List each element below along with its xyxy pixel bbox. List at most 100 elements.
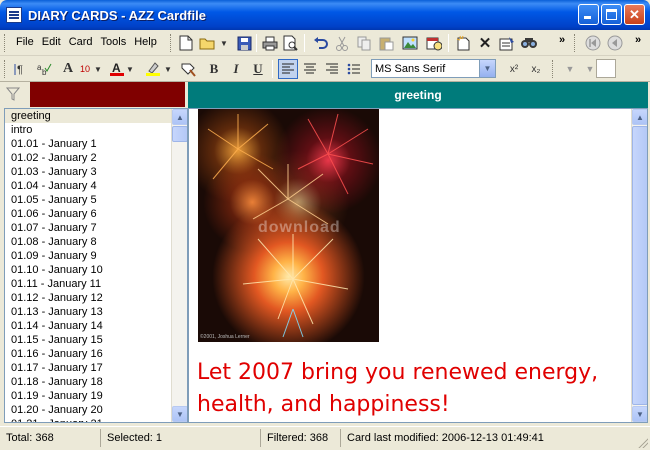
list-item[interactable]: 01.19 - January 19 bbox=[5, 389, 187, 403]
menu-file[interactable]: File bbox=[12, 35, 38, 49]
toolbar-grip[interactable] bbox=[4, 60, 7, 78]
title-bar[interactable]: DIARY CARDS - AZZ Cardfile ✕ bbox=[0, 0, 650, 30]
scroll-down-button[interactable]: ▼ bbox=[172, 406, 187, 422]
minimize-button[interactable] bbox=[578, 4, 599, 25]
new-record-icon[interactable] bbox=[453, 33, 473, 53]
list-item[interactable]: 01.16 - January 16 bbox=[5, 347, 187, 361]
scroll-up-button[interactable]: ▲ bbox=[172, 109, 187, 125]
highlight-color-icon[interactable] bbox=[143, 59, 163, 79]
font-name-dropdown-icon[interactable]: ▼ bbox=[479, 60, 495, 77]
card-scrollbar[interactable]: ▲ ▼ bbox=[631, 109, 647, 422]
toolbar-grip[interactable] bbox=[552, 60, 555, 78]
list-item[interactable]: 01.13 - January 13 bbox=[5, 305, 187, 319]
list-item[interactable]: 01.15 - January 15 bbox=[5, 333, 187, 347]
list-item[interactable]: 01.01 - January 1 bbox=[5, 137, 187, 151]
paste-icon[interactable] bbox=[376, 33, 396, 53]
open-dropdown-icon[interactable]: ▼ bbox=[218, 33, 230, 53]
filter-input[interactable] bbox=[30, 82, 185, 107]
list-item[interactable]: intro bbox=[5, 123, 187, 137]
close-button[interactable]: ✕ bbox=[624, 4, 645, 25]
align-left-button[interactable] bbox=[278, 59, 298, 79]
toolbar-more-chevron[interactable]: » bbox=[559, 34, 565, 46]
scroll-down-button[interactable]: ▼ bbox=[632, 406, 647, 422]
toolbar-grip[interactable] bbox=[4, 34, 7, 52]
font-size-value[interactable]: 10 bbox=[78, 59, 92, 79]
toolbar-separator bbox=[256, 34, 257, 52]
bullet-list-button[interactable] bbox=[344, 59, 364, 79]
scroll-up-button[interactable]: ▲ bbox=[632, 109, 647, 125]
save-icon[interactable] bbox=[234, 33, 254, 53]
italic-button[interactable]: I bbox=[226, 59, 246, 79]
copy-icon[interactable] bbox=[354, 33, 374, 53]
card-message: Let 2007 bring you renewed energy, healt… bbox=[197, 357, 617, 421]
previous-record-icon[interactable] bbox=[605, 33, 625, 53]
window-title: DIARY CARDS - AZZ Cardfile bbox=[28, 7, 206, 23]
new-card-icon[interactable] bbox=[176, 33, 196, 53]
format-painter-icon[interactable] bbox=[178, 59, 198, 79]
properties-icon[interactable] bbox=[497, 33, 517, 53]
list-item[interactable]: 01.05 - January 5 bbox=[5, 193, 187, 207]
list-item[interactable]: 01.02 - January 2 bbox=[5, 151, 187, 165]
toolbar-separator bbox=[448, 34, 449, 52]
resize-grip[interactable] bbox=[636, 436, 648, 448]
font-name-select[interactable]: MS Sans Serif ▼ bbox=[371, 59, 496, 78]
scroll-thumb[interactable] bbox=[632, 126, 647, 405]
print-icon[interactable] bbox=[260, 33, 280, 53]
toolbar-grip[interactable] bbox=[170, 34, 173, 52]
list-item[interactable]: 01.17 - January 17 bbox=[5, 361, 187, 375]
underline-button[interactable]: U bbox=[248, 59, 268, 79]
list-item[interactable]: 01.07 - January 7 bbox=[5, 221, 187, 235]
font-size-dropdown-icon[interactable]: ▼ bbox=[93, 59, 103, 79]
color-swatch[interactable] bbox=[596, 59, 616, 78]
list-item[interactable]: 01.04 - January 4 bbox=[5, 179, 187, 193]
list-item[interactable]: 01.14 - January 14 bbox=[5, 319, 187, 333]
list-item[interactable]: 01.10 - January 10 bbox=[5, 263, 187, 277]
print-preview-icon[interactable] bbox=[281, 33, 301, 53]
list-item[interactable]: 01.08 - January 8 bbox=[5, 235, 187, 249]
toolbar-more-chevron[interactable]: » bbox=[635, 34, 641, 46]
list-item[interactable]: greeting bbox=[5, 109, 187, 123]
font-name-value: MS Sans Serif bbox=[375, 62, 446, 75]
open-icon[interactable] bbox=[198, 33, 218, 53]
menu-help[interactable]: Help bbox=[130, 35, 161, 49]
highlight-dropdown-icon[interactable]: ▼ bbox=[163, 59, 173, 79]
filter-icon[interactable] bbox=[5, 87, 22, 103]
menu-edit[interactable]: Edit bbox=[38, 35, 65, 49]
list-item[interactable]: 01.11 - January 11 bbox=[5, 277, 187, 291]
list-item[interactable]: 01.20 - January 20 bbox=[5, 403, 187, 417]
list-item[interactable]: 01.21 - January 21 bbox=[5, 417, 187, 422]
align-center-button[interactable] bbox=[300, 59, 320, 79]
cut-icon[interactable] bbox=[332, 33, 352, 53]
superscript-button[interactable]: x² bbox=[504, 59, 524, 79]
insert-date-icon[interactable] bbox=[424, 33, 444, 53]
subscript-button[interactable]: x₂ bbox=[526, 59, 546, 79]
card-list[interactable]: greeting intro 01.01 - January 1 01.02 - Ja… bbox=[4, 108, 188, 423]
maximize-button[interactable] bbox=[601, 4, 622, 25]
card-content[interactable]: download ©2001, Joshua Lerner Let 2007 b… bbox=[188, 108, 648, 423]
list-item[interactable]: 01.18 - January 18 bbox=[5, 375, 187, 389]
scroll-thumb[interactable] bbox=[172, 126, 187, 142]
list-item[interactable]: 01.09 - January 9 bbox=[5, 249, 187, 263]
menu-card[interactable]: Card bbox=[65, 35, 97, 49]
list-item[interactable]: 01.06 - January 6 bbox=[5, 207, 187, 221]
find-icon[interactable] bbox=[519, 33, 539, 53]
list-item[interactable]: 01.03 - January 3 bbox=[5, 165, 187, 179]
list-item[interactable]: 01.12 - January 12 bbox=[5, 291, 187, 305]
align-right-button[interactable] bbox=[322, 59, 342, 79]
minimize-icon bbox=[584, 16, 591, 19]
menu-tools[interactable]: Tools bbox=[97, 35, 131, 49]
text-color-dropdown-icon[interactable]: ▼ bbox=[125, 59, 135, 79]
font-icon[interactable]: A bbox=[58, 59, 78, 79]
delete-icon[interactable]: ✕ bbox=[475, 33, 495, 53]
paragraph-icon[interactable]: ¶ bbox=[12, 59, 32, 79]
spell-check-icon[interactable]: ab bbox=[34, 59, 54, 79]
card-list-scrollbar[interactable]: ▲ ▼ bbox=[171, 109, 187, 422]
bold-button[interactable]: B bbox=[204, 59, 224, 79]
first-record-icon[interactable] bbox=[583, 33, 603, 53]
filter-dropdown-icon[interactable]: ▼ bbox=[560, 59, 580, 79]
insert-picture-icon[interactable] bbox=[400, 33, 420, 53]
text-color-icon[interactable]: A bbox=[107, 59, 127, 79]
fireworks-image[interactable]: download ©2001, Joshua Lerner bbox=[198, 109, 379, 342]
toolbar-grip[interactable] bbox=[574, 34, 577, 52]
undo-icon[interactable] bbox=[310, 33, 330, 53]
